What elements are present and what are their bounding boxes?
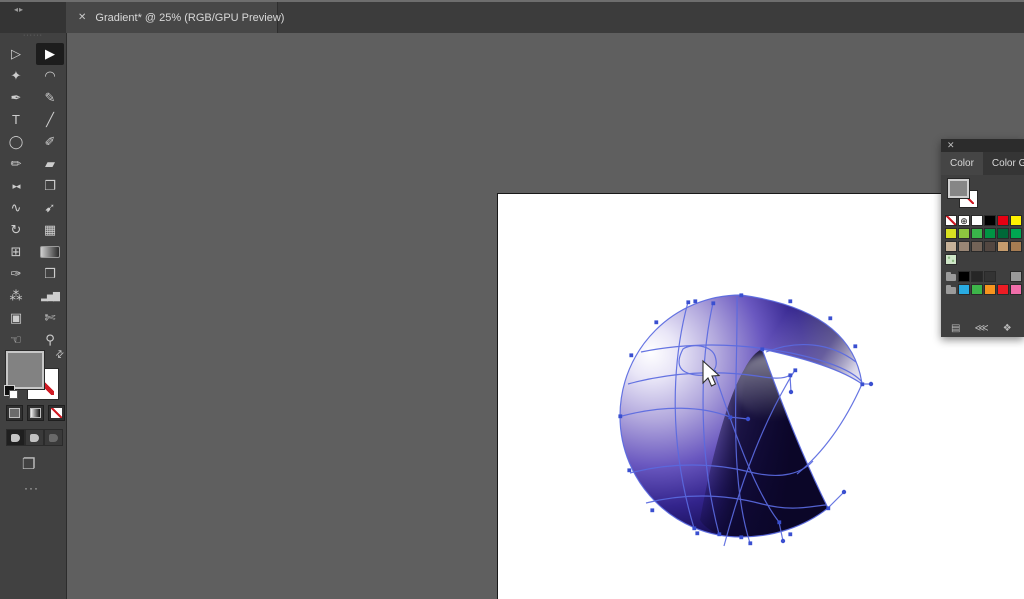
panel-tab-color[interactable]: Color [941,152,983,175]
swatch-color[interactable] [945,228,957,239]
swatch-color[interactable] [1010,215,1022,226]
toolbar-grip[interactable]: ······ [0,33,66,41]
shape-builder-tool[interactable]: ❒ [36,263,64,285]
tools-grid: ▷▶✦◠✒✎T╱◯✐✏▰▸◂❐∿➹↻▦⊞✑❒⁂▂▅▇▣✄☜⚲ [0,43,66,351]
direct-selection-tool[interactable]: ▷ [2,43,30,65]
column-graph-tool[interactable]: ▂▅▇ [36,285,64,307]
edit-toolbar-icon[interactable]: ··· [24,481,39,495]
line-segment-tool[interactable]: ╱ [36,109,64,131]
swatch-spacer [997,271,1009,282]
draw-behind-button[interactable] [25,429,44,446]
swatch-color[interactable] [984,271,996,282]
panel-close-icon[interactable]: ✕ [947,140,955,150]
swatch-kinds-icon[interactable]: ⋘ [974,323,988,334]
swatch-color[interactable] [997,228,1009,239]
canvas-area[interactable] [68,33,1024,599]
width-tool[interactable]: ∿ [2,197,30,219]
swatch-color[interactable] [984,241,996,252]
draw-inside-button[interactable] [44,429,63,446]
selection-tool[interactable]: ▶ [36,43,64,65]
panel-fill-swatch[interactable] [948,179,969,198]
fill-swatch[interactable] [6,351,44,389]
scale-tool[interactable]: ❐ [36,175,64,197]
color-panel: ✕ ColorColor G ⊕ ▤ ⋘ ❖ [941,139,1024,337]
puppet-warp-tool[interactable]: ➹ [36,197,64,219]
lasso-tool[interactable]: ◠ [36,65,64,87]
swatch-color[interactable] [971,215,983,226]
swatch-color[interactable] [997,284,1009,295]
ellipse-tool[interactable]: ◯ [2,131,30,153]
gradient-tool[interactable] [40,246,60,258]
gradient-button[interactable] [27,405,44,421]
default-fill-stroke-icon[interactable] [4,385,15,396]
swatch-color[interactable] [971,241,983,252]
swatch-color[interactable] [1010,271,1022,282]
swatch-color[interactable] [958,284,970,295]
document-tab-bar: ◂▸ ✕ Gradient* @ 25% (RGB/GPU Preview) [0,0,1024,33]
shaper-tool[interactable]: ✏ [2,153,30,175]
drawing-mode-buttons [6,429,63,446]
swatch-grid: ⊕ [941,213,1024,296]
eyedropper-tool[interactable]: ✑ [2,263,30,285]
toolbar-header: ◂▸ [0,2,66,33]
swatch-color[interactable] [958,228,970,239]
hand-tool[interactable]: ☜ [2,329,30,351]
curvature-tool[interactable]: ✎ [36,87,64,109]
panel-header: ✕ [941,139,1024,152]
collapse-toolbar-icon[interactable]: ◂▸ [14,5,24,14]
tools-panel: ······ ▷▶✦◠✒✎T╱◯✐✏▰▸◂❐∿➹↻▦⊞✑❒⁂▂▅▇▣✄☜⚲ ⇄ … [0,33,67,599]
panel-tabs: ColorColor G [941,152,1024,175]
reflect-tool[interactable]: ▸◂ [2,175,30,197]
close-tab-icon[interactable]: ✕ [78,12,86,23]
swatch-color[interactable] [997,215,1009,226]
swatch-color[interactable] [984,215,996,226]
panel-tab-color-g[interactable]: Color G [983,152,1024,175]
swatch-pattern[interactable] [945,254,957,265]
swatch-color[interactable] [1010,228,1022,239]
draw-normal-button[interactable] [6,429,25,446]
fill-stroke-proxy: ⇄ [6,351,64,397]
color-button[interactable] [6,405,23,421]
swatch-color[interactable] [997,241,1009,252]
swatch-registration[interactable]: ⊕ [958,215,970,226]
swatch-color[interactable] [984,228,996,239]
swatch-color[interactable] [958,241,970,252]
document-title: Gradient* @ 25% (RGB/GPU Preview) [95,12,284,24]
pen-tool[interactable]: ✒ [2,87,30,109]
swatch-color[interactable] [984,284,996,295]
swatch-color[interactable] [958,271,970,282]
magic-wand-tool[interactable]: ✦ [2,65,30,87]
artboard-tool[interactable]: ▣ [2,307,30,329]
rotate-view-tool[interactable]: ↻ [2,219,30,241]
type-tool[interactable]: T [2,109,30,131]
none-button[interactable] [48,405,65,421]
slice-tool[interactable]: ✄ [36,307,64,329]
swatch-color[interactable] [971,228,983,239]
paintbrush-tool[interactable]: ✐ [36,131,64,153]
screen-mode-icon[interactable]: ❐ [22,455,35,473]
swatch-group-folder-icon[interactable] [945,271,957,282]
swatch-color[interactable] [971,271,983,282]
eraser-tool[interactable]: ▰ [36,153,64,175]
swatch-none[interactable] [945,215,957,226]
panel-fill-stroke-proxy [941,175,1024,213]
illustrator-window: ◂▸ ✕ Gradient* @ 25% (RGB/GPU Preview) ·… [0,0,1024,599]
document-tab[interactable]: ✕ Gradient* @ 25% (RGB/GPU Preview) [66,2,278,33]
panel-footer: ▤ ⋘ ❖ [941,323,1024,334]
swatch-color[interactable] [945,241,957,252]
symbol-sprayer-tool[interactable]: ⁂ [2,285,30,307]
appearance-buttons [6,405,65,421]
swatch-options-icon[interactable]: ❖ [1003,323,1012,334]
swatch-color[interactable] [1010,241,1022,252]
swatch-color[interactable] [1010,284,1022,295]
mesh-tool[interactable]: ⊞ [2,241,30,263]
swatch-color[interactable] [971,284,983,295]
swatch-libraries-icon[interactable]: ▤ [951,323,960,334]
perspective-grid-tool[interactable]: ▦ [36,219,64,241]
swatch-group-folder-icon[interactable] [945,284,957,295]
